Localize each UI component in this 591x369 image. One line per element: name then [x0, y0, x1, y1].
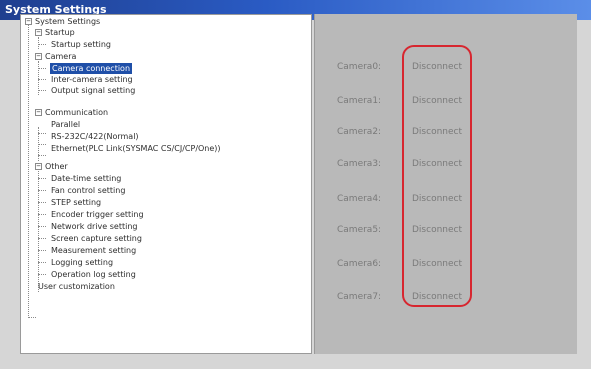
camera6-label: Camera6: [337, 259, 382, 269]
communication-expander-icon[interactable]: − [35, 109, 42, 116]
camera4-label: Camera4: [337, 194, 382, 204]
tree-node-fan-control-setting[interactable]: Fan control setting [51, 185, 125, 196]
tree-node-inter-camera-setting[interactable]: Inter-camera setting [51, 74, 133, 85]
camera1-label: Camera1: [337, 96, 382, 106]
tree-node-step-setting[interactable]: STEP setting [51, 197, 101, 208]
tree-node-date-time-setting[interactable]: Date-time setting [51, 173, 121, 184]
tree-node-camera[interactable]: Camera [45, 51, 76, 62]
camera2-label: Camera2: [337, 127, 382, 137]
camera7-label: Camera7: [337, 292, 382, 302]
tree-node-measurement-setting[interactable]: Measurement setting [51, 245, 136, 256]
camera0-label: Camera0: [337, 62, 382, 72]
tree-node-startup-setting[interactable]: Startup setting [51, 39, 111, 50]
tree-node-user-customization[interactable]: User customization [38, 281, 115, 292]
tree-node-other[interactable]: Other [45, 161, 68, 172]
camera-expander-icon[interactable]: − [35, 53, 42, 60]
tree-node-network-drive-setting[interactable]: Network drive setting [51, 221, 137, 232]
tree-node-operation-log-setting[interactable]: Operation log setting [51, 269, 136, 280]
tree-node-encoder-trigger-setting[interactable]: Encoder trigger setting [51, 209, 144, 220]
startup-expander-icon[interactable]: − [35, 29, 42, 36]
settings-tree: − System Settings − Startup Startup sett… [20, 14, 312, 354]
tree-node-communication[interactable]: Communication [45, 107, 108, 118]
tree-node-output-signal-setting[interactable]: Output signal setting [51, 85, 135, 96]
status-highlight-annotation [402, 45, 472, 307]
camera5-label: Camera5: [337, 225, 382, 235]
other-expander-icon[interactable]: − [35, 163, 42, 170]
tree-node-rs232c[interactable]: RS-232C/422(Normal) [51, 131, 139, 142]
root-expander-icon[interactable]: − [25, 18, 32, 25]
tree-node-parallel[interactable]: Parallel [51, 119, 80, 130]
tree-node-logging-setting[interactable]: Logging setting [51, 257, 113, 268]
tree-node-screen-capture-setting[interactable]: Screen capture setting [51, 233, 142, 244]
tree-node-ethernet[interactable]: Ethernet(PLC Link(SYSMAC CS/CJ/CP/One)) [51, 143, 221, 154]
tree-node-root[interactable]: System Settings [35, 16, 100, 27]
tree-node-camera-connection[interactable]: Camera connection [50, 63, 133, 74]
camera3-label: Camera3: [337, 159, 382, 169]
system-settings-window: System Settings − System Settings − Star… [0, 0, 591, 369]
tree-node-startup[interactable]: Startup [45, 27, 75, 38]
